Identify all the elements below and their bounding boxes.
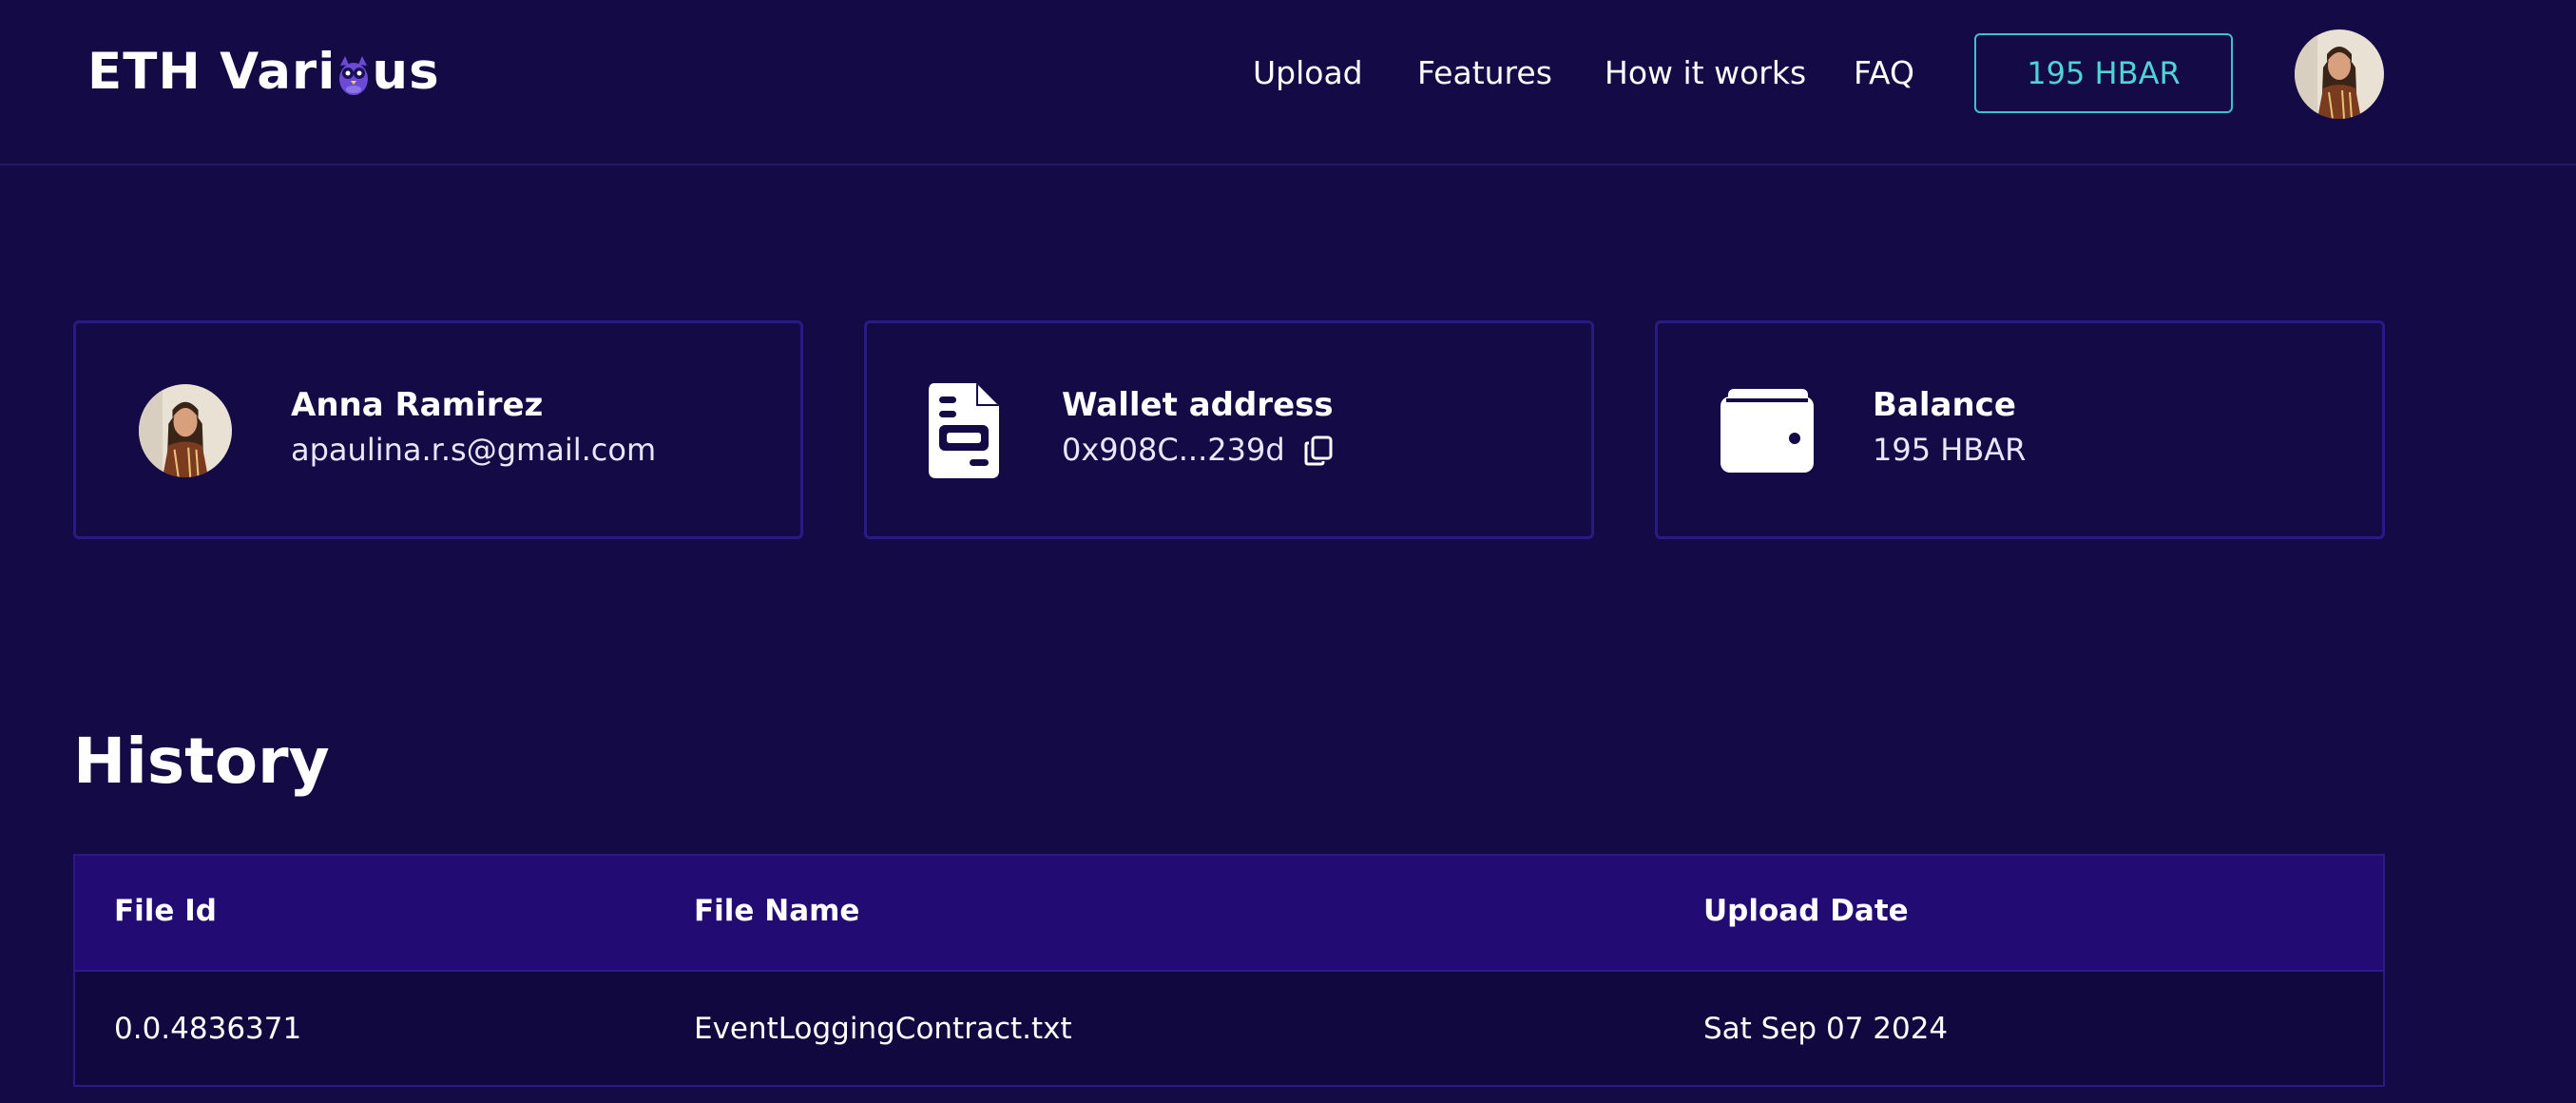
document-icon: [929, 383, 999, 478]
balance-title: Balance: [1873, 386, 2016, 424]
profile-card: Anna Ramirez apaulina.r.s@gmail.com: [73, 320, 803, 539]
history-heading: History: [73, 725, 330, 798]
logo-text-start: ETH Vari: [87, 42, 336, 101]
avatar-photo-icon: [139, 384, 232, 477]
balance-card: Balance 195 HBAR: [1655, 320, 2385, 539]
copy-icon[interactable]: [1303, 435, 1334, 466]
wallet-address: 0x908C...239d: [1062, 432, 1285, 468]
profile-name: Anna Ramirez: [291, 386, 544, 424]
page: ETH Vari us Upload Features How it works…: [0, 0, 2576, 1103]
table-header: File Id File Name Upload Date: [75, 856, 2383, 972]
history-table: File Id File Name Upload Date 0.0.483637…: [73, 854, 2385, 1087]
logo[interactable]: ETH Vari us: [87, 38, 440, 105]
profile-email: apaulina.r.s@gmail.com: [291, 432, 657, 468]
wallet-icon: [1721, 389, 1814, 473]
logo-text-end: us: [372, 42, 440, 101]
cell-upload-date: Sat Sep 07 2024: [1703, 1012, 1949, 1046]
column-header-file-name: File Name: [694, 894, 860, 928]
column-header-file-id: File Id: [114, 894, 217, 928]
nav-features[interactable]: Features: [1417, 51, 1552, 95]
column-header-upload-date: Upload Date: [1703, 894, 1909, 928]
top-nav-bar: ETH Vari us Upload Features How it works…: [0, 0, 2576, 165]
cell-file-name: EventLoggingContract.txt: [694, 1012, 1072, 1046]
avatar-photo-icon: [2295, 29, 2384, 119]
nav-upload[interactable]: Upload: [1253, 51, 1363, 95]
table-row[interactable]: 0.0.4836371 EventLoggingContract.txt Sat…: [75, 972, 2383, 1085]
balance-button[interactable]: 195 HBAR: [1974, 33, 2233, 113]
wallet-title: Wallet address: [1062, 386, 1334, 424]
nav-faq[interactable]: FAQ: [1854, 51, 1914, 95]
cell-file-id: 0.0.4836371: [114, 1012, 302, 1046]
nav-how-it-works[interactable]: How it works: [1605, 51, 1806, 95]
user-avatar[interactable]: [2295, 29, 2384, 119]
profile-avatar: [139, 384, 232, 477]
owl-icon: [339, 56, 369, 95]
balance-value: 195 HBAR: [1873, 432, 2027, 468]
wallet-card: Wallet address 0x908C...239d: [864, 320, 1594, 539]
